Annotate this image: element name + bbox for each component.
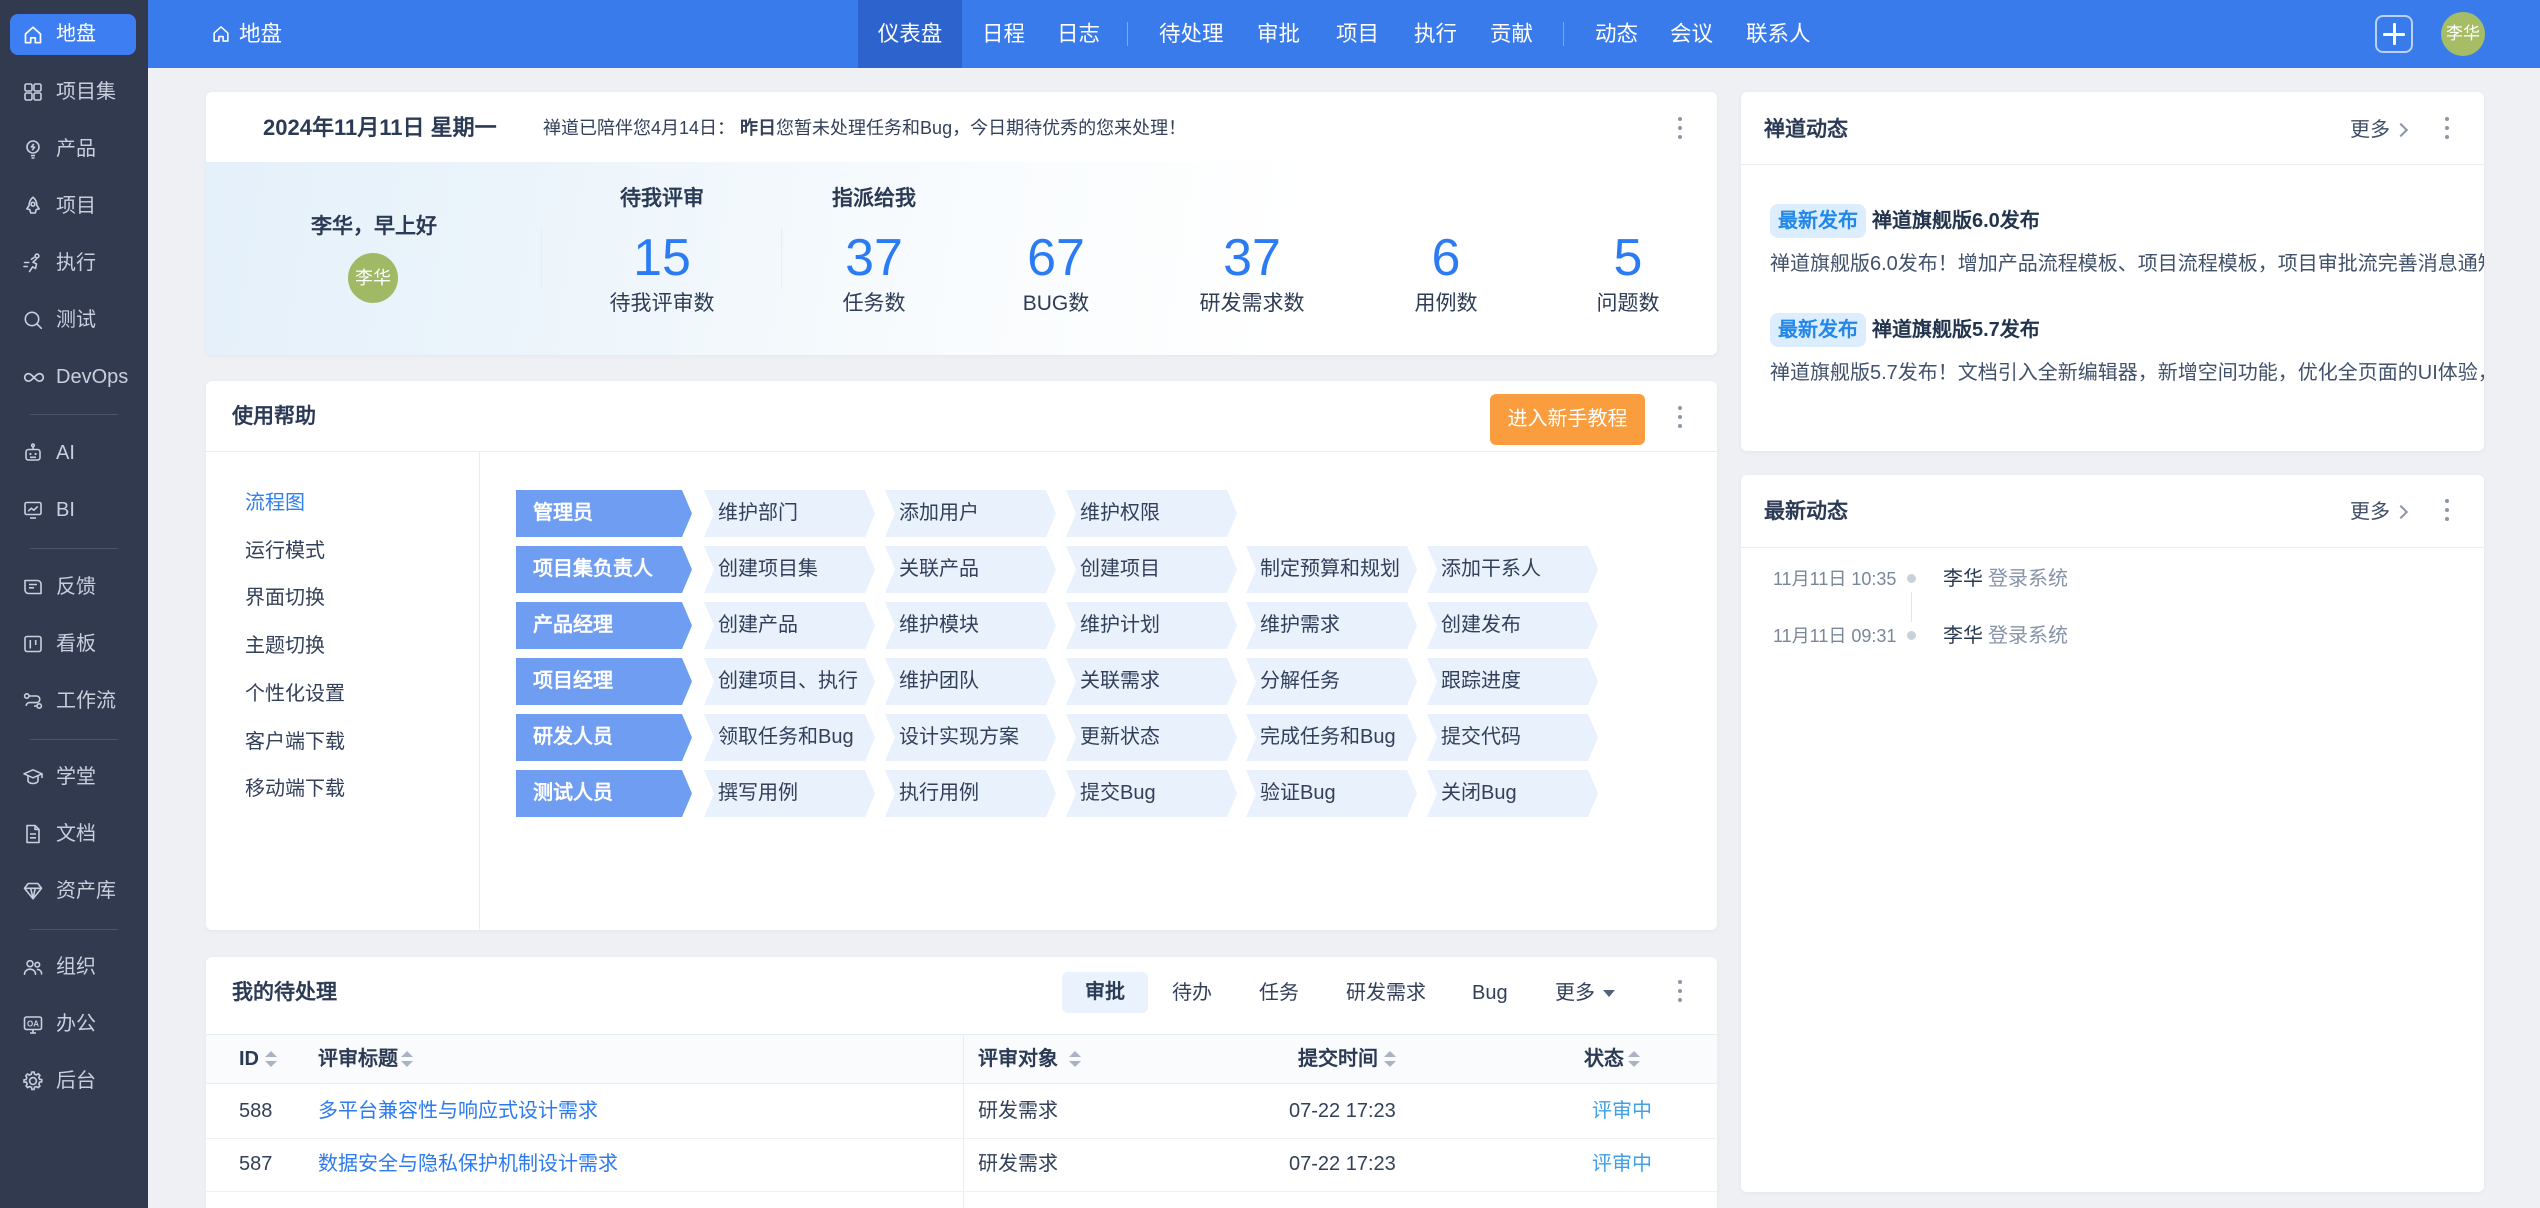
svg-text:OA: OA	[27, 1020, 39, 1029]
